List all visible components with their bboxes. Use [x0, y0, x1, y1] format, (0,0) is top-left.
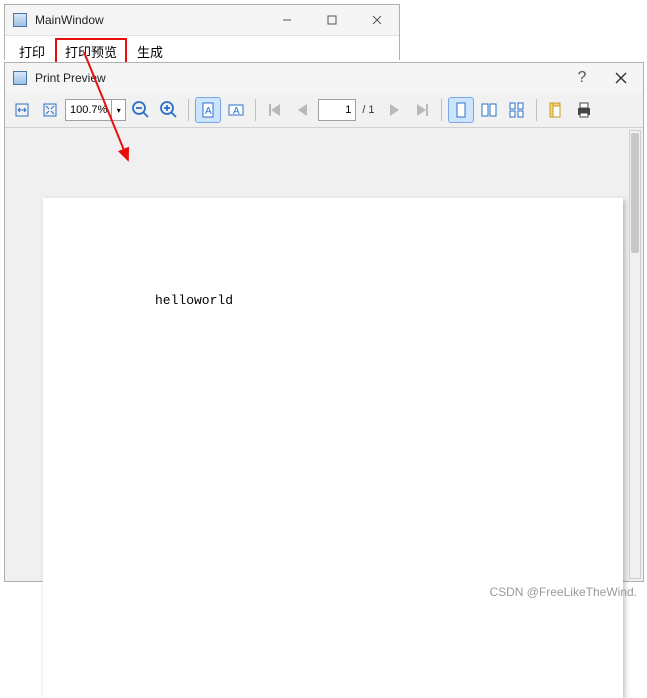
main-title: MainWindow: [35, 13, 104, 27]
preview-app-icon: [13, 71, 27, 85]
menu-print-preview[interactable]: 打印预览: [55, 38, 127, 65]
minimize-button[interactable]: [264, 5, 309, 35]
help-button[interactable]: ?: [565, 63, 599, 93]
fit-width-button[interactable]: [9, 97, 35, 123]
last-page-button[interactable]: [409, 97, 435, 123]
page-total: / 1: [358, 104, 378, 116]
next-page-button[interactable]: [381, 97, 407, 123]
single-page-view-button[interactable]: [448, 97, 474, 123]
main-titlebar: MainWindow: [5, 5, 399, 35]
preview-title: Print Preview: [35, 71, 106, 85]
svg-text:A: A: [233, 106, 240, 117]
main-close-button[interactable]: [354, 5, 399, 35]
vertical-scrollbar[interactable]: [629, 130, 641, 579]
fit-page-button[interactable]: [37, 97, 63, 123]
preview-toolbar: 100.7% ▾ A A 1 / 1: [5, 93, 643, 128]
menu-generate[interactable]: 生成: [127, 38, 173, 65]
page-setup-button[interactable]: [543, 97, 569, 123]
zoom-out-button[interactable]: [128, 97, 154, 123]
watermark: CSDN @FreeLikeTheWind.: [489, 585, 637, 599]
scrollbar-thumb[interactable]: [631, 133, 639, 253]
page-current-value: 1: [345, 104, 351, 116]
svg-text:A: A: [205, 106, 212, 117]
main-window: MainWindow 打印 打印预览 生成: [4, 4, 400, 60]
zoom-combo[interactable]: 100.7% ▾: [65, 99, 126, 121]
landscape-button[interactable]: A: [223, 97, 249, 123]
print-preview-window: Print Preview ? 100.7% ▾ A A: [4, 62, 644, 582]
zoom-in-button[interactable]: [156, 97, 182, 123]
zoom-value: 100.7%: [66, 104, 111, 116]
print-button[interactable]: [571, 97, 597, 123]
menu-print[interactable]: 打印: [9, 38, 55, 65]
document-text: helloworld: [155, 293, 233, 308]
preview-page: helloworld: [43, 198, 623, 698]
portrait-button[interactable]: A: [195, 97, 221, 123]
app-icon: [13, 13, 27, 27]
prev-page-button[interactable]: [290, 97, 316, 123]
page-input[interactable]: 1: [318, 99, 356, 121]
preview-titlebar: Print Preview ?: [5, 63, 643, 93]
maximize-button[interactable]: [309, 5, 354, 35]
facing-pages-view-button[interactable]: [476, 97, 502, 123]
preview-close-button[interactable]: [599, 63, 643, 93]
preview-area: helloworld: [5, 128, 643, 581]
first-page-button[interactable]: [262, 97, 288, 123]
overview-pages-view-button[interactable]: [504, 97, 530, 123]
zoom-dropdown-icon[interactable]: ▾: [111, 100, 125, 120]
